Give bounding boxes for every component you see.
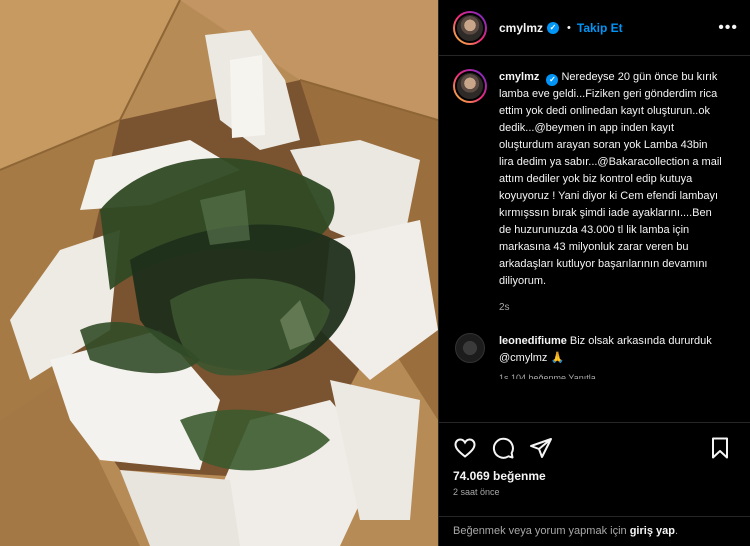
heart-icon[interactable] [453, 436, 477, 460]
bookmark-icon[interactable] [708, 436, 732, 460]
comment-icon[interactable] [491, 436, 515, 460]
post-photo[interactable] [0, 0, 438, 546]
caption-text-block: cmylmz ✓ Neredeyse 20 gün önce bu kırık … [499, 69, 723, 290]
caption-avatar[interactable] [453, 69, 487, 103]
avatar[interactable] [453, 10, 487, 45]
posted-time[interactable]: 2 saat önce [453, 487, 736, 497]
comment-meta: 1s 104 beğenme Yanıtla [499, 373, 596, 379]
follow-button[interactable]: Takip Et [577, 21, 623, 35]
comments-section[interactable]: cmylmz ✓ Neredeyse 20 gün önce bu kırık … [439, 57, 750, 422]
login-prompt-text: Beğenmek veya yorum yapmak için [453, 525, 627, 537]
login-prompt-suffix: . [674, 525, 679, 537]
caption-text: Neredeyse 20 gün önce bu kırık lamba eve… [499, 71, 722, 287]
share-icon[interactable] [529, 436, 553, 460]
comment-text-block: leonedifiume Biz olsak arkasında dururdu… [499, 333, 721, 367]
verified-badge-icon: ✓ [546, 74, 559, 86]
post-header: cmylmz ✓ • Takip Et ••• [439, 0, 750, 56]
caption-username[interactable]: cmylmz [499, 71, 539, 83]
post-viewer: cmylmz ✓ • Takip Et ••• cmylmz ✓ Neredey… [0, 0, 750, 546]
box-lamp-image [0, 0, 438, 546]
comment-item: leonedifiume Biz olsak arkasında dururdu… [453, 333, 736, 379]
likes-count[interactable]: 74.069 beğenme [453, 469, 736, 483]
caption-time[interactable]: 2s [499, 302, 723, 313]
comment-avatar[interactable] [455, 333, 485, 363]
post-sidebar: cmylmz ✓ • Takip Et ••• cmylmz ✓ Neredey… [438, 0, 750, 546]
comment-username[interactable]: leonedifiume [499, 335, 567, 347]
separator-dot: • [567, 21, 571, 34]
login-link[interactable]: giriş yap [630, 525, 675, 537]
more-options-icon[interactable]: ••• [718, 19, 738, 37]
caption-row: cmylmz ✓ Neredeyse 20 gün önce bu kırık … [453, 69, 736, 313]
header-username[interactable]: cmylmz [499, 21, 543, 35]
verified-badge-icon: ✓ [547, 21, 560, 34]
login-prompt: Beğenmek veya yorum yapmak için giriş ya… [439, 516, 750, 546]
action-icons [453, 435, 736, 461]
